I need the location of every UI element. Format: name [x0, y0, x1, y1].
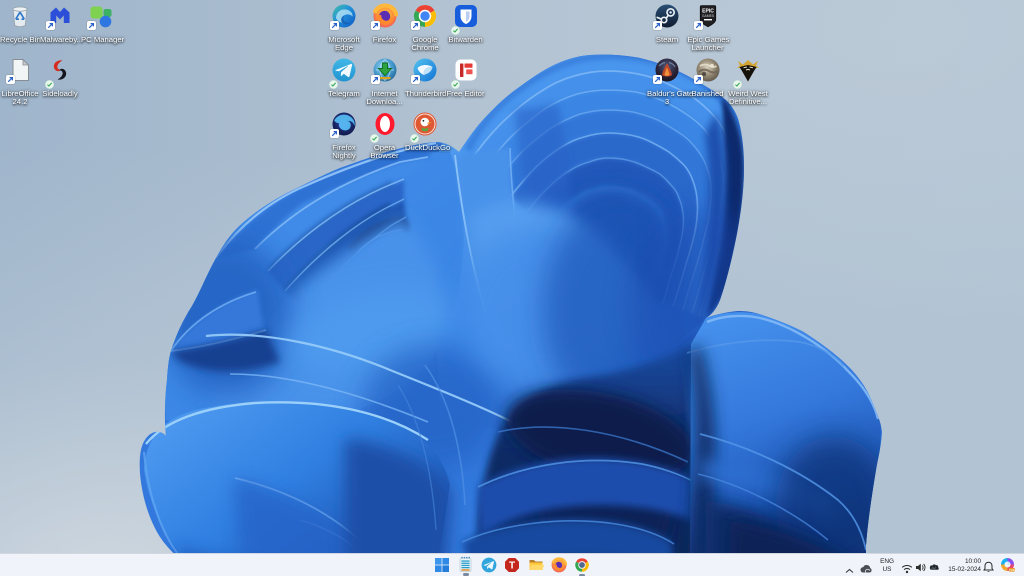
svg-text:PRE: PRE: [1009, 568, 1015, 572]
svg-text:GAMES: GAMES: [701, 14, 714, 18]
svg-text:T: T: [509, 561, 515, 572]
